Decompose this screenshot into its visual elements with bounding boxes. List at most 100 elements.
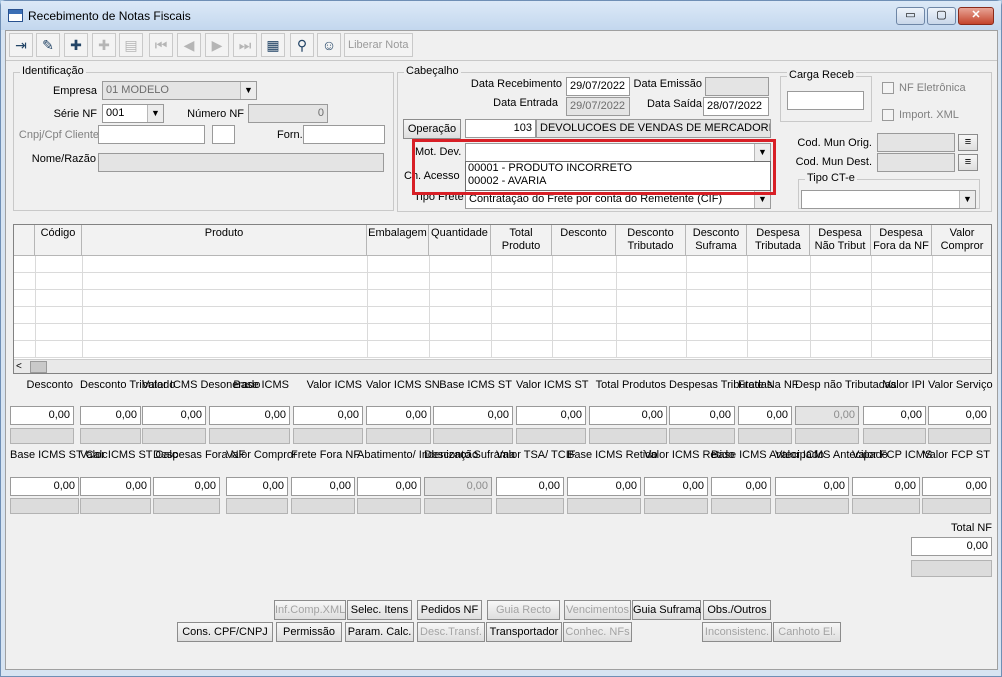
totals_row1-value-field[interactable]: 0,00 — [863, 406, 926, 425]
grid-header-produto[interactable]: Produto — [82, 225, 367, 256]
totals_row2-value-field[interactable]: 0,00 — [357, 477, 421, 496]
param-calc-button[interactable]: Param. Calc. — [345, 622, 414, 642]
empresa-select[interactable]: 01 MODELO ▼ — [102, 81, 257, 100]
serie-select[interactable]: 001 ▼ — [102, 104, 164, 123]
totals_row1-value-field[interactable]: 0,00 — [366, 406, 431, 425]
transportador-button[interactable]: Transportador — [486, 622, 562, 642]
totals_row1-value-field[interactable]: 0,00 — [928, 406, 991, 425]
totals_row1-value-field[interactable]: 0,00 — [10, 406, 74, 425]
totals_row2-value-field[interactable]: 0,00 — [711, 477, 771, 496]
table-row[interactable] — [14, 256, 991, 273]
totals_row2-value-field[interactable]: 0,00 — [291, 477, 355, 496]
totals_row2-bar — [922, 498, 991, 514]
identificacao-title: Identificação — [20, 65, 86, 77]
totals_row2-value-field[interactable]: 0,00 — [775, 477, 849, 496]
permissao-button[interactable]: Permissão — [276, 622, 342, 642]
totals_row1-value-field[interactable]: 0,00 — [738, 406, 792, 425]
totals_row1-value-field[interactable]: 0,00 — [433, 406, 513, 425]
totals_row1-value-field[interactable]: 0,00 — [142, 406, 206, 425]
totals_row1-value-field[interactable]: 0,00 — [293, 406, 363, 425]
totals_row2-value-field[interactable]: 0,00 — [922, 477, 991, 496]
scroll-left-icon[interactable]: < — [16, 361, 22, 372]
grid-header-total-produto[interactable]: Total Produto — [491, 225, 552, 256]
totals_row2-value-field[interactable]: 0,00 — [567, 477, 641, 496]
minimize-button[interactable]: ▭ — [896, 7, 925, 25]
totals_row1-value-field[interactable]: 0,00 — [589, 406, 667, 425]
grid-header-desconto[interactable]: Desconto — [552, 225, 616, 256]
exit-icon[interactable]: ⇥ — [9, 33, 33, 57]
totals_row2-value-field[interactable]: 0,00 — [852, 477, 920, 496]
table-row[interactable] — [14, 324, 991, 341]
cnpj-digit-field[interactable] — [212, 125, 235, 144]
cod-mun-orig-field[interactable] — [877, 133, 955, 152]
totals_row2-value-field[interactable]: 0,00 — [496, 477, 564, 496]
total-nf-field[interactable]: 0,00 — [911, 537, 992, 556]
cod-mun-dest-lookup-icon[interactable]: ≡ — [958, 154, 978, 171]
table-row[interactable] — [14, 273, 991, 290]
maximize-button[interactable]: ▢ — [927, 7, 956, 25]
obs-outros-button[interactable]: Obs./Outros — [703, 600, 771, 620]
grid-header-desconto-tributado[interactable]: Desconto Tributado — [616, 225, 686, 256]
selec-itens-button[interactable]: Selec. Itens — [347, 600, 412, 620]
guia-suframa-button[interactable]: Guia Suframa — [632, 600, 701, 620]
totals_row2-value-field[interactable]: 0,00 — [424, 477, 492, 496]
grid-header-despesa-nao-tribut[interactable]: Despesa Não Tribut — [810, 225, 871, 256]
desc-transf-button[interactable]: Desc.Transf. — [417, 622, 485, 642]
conhec-nfs-button[interactable]: Conhec. NFs — [563, 622, 632, 642]
inconsistenc-button[interactable]: Inconsistenc. — [702, 622, 772, 642]
cons-cpf-cnpj-button[interactable]: Cons. CPF/CNPJ — [177, 622, 273, 642]
numero-field[interactable]: 0 — [248, 104, 328, 123]
totals_row1-value-field[interactable]: 0,00 — [209, 406, 290, 425]
cod-mun-dest-field[interactable] — [877, 153, 955, 172]
grid-view-icon[interactable]: ▦ — [261, 33, 285, 57]
grid-header-codigo[interactable]: Código — [35, 225, 82, 256]
totals_row2-value-field[interactable]: 0,00 — [153, 477, 220, 496]
totals_row1-value-field[interactable]: 0,00 — [80, 406, 141, 425]
close-button[interactable]: ✕ — [958, 7, 994, 25]
user-query-icon[interactable]: ☺ — [317, 33, 341, 57]
canhoto-el-button[interactable]: Canhoto El. — [773, 622, 841, 642]
pedidos-nf-button[interactable]: Pedidos NF — [417, 600, 482, 620]
operacao-code-field[interactable]: 103 — [465, 119, 536, 138]
scrollbar-thumb[interactable] — [30, 361, 47, 373]
nome-field[interactable] — [98, 153, 384, 172]
operacao-button[interactable]: Operação — [403, 119, 461, 139]
grid-header-despesa-tributada[interactable]: Despesa Tributada — [747, 225, 810, 256]
totals_row2-value-field[interactable]: 0,00 — [10, 477, 79, 496]
inf-comp-xml-button[interactable]: Inf.Comp.XML — [274, 600, 346, 620]
import-xml-checkbox[interactable] — [882, 109, 894, 121]
totals_row1-value-field[interactable]: 0,00 — [516, 406, 586, 425]
horizontal-scrollbar[interactable]: < — [14, 359, 991, 373]
totals_row2-value-field[interactable]: 0,00 — [644, 477, 708, 496]
data-recebimento-field[interactable]: 29/07/2022 — [566, 77, 630, 96]
title-bar[interactable]: Recebimento de Notas Fiscais ▭ ▢ ✕ — [1, 1, 1001, 30]
grid-header-quantidade[interactable]: Quantidade — [429, 225, 491, 256]
grid-header-valor-compror[interactable]: Valor Compror — [932, 225, 991, 256]
totals_row1-value-field[interactable]: 0,00 — [669, 406, 735, 425]
nf-eletronica-checkbox[interactable] — [882, 82, 894, 94]
grid-header-desconto-suframa[interactable]: Desconto Suframa — [686, 225, 747, 256]
table-row[interactable] — [14, 307, 991, 324]
data-saida-field[interactable]: 28/07/2022 — [703, 97, 769, 116]
totals_row2-value-field[interactable]: 0,00 — [80, 477, 151, 496]
data-entrada-field[interactable]: 29/07/2022 — [566, 97, 630, 116]
totals_row1-value-field[interactable]: 0,00 — [795, 406, 859, 425]
data-emissao-field[interactable] — [705, 77, 769, 96]
eraser-icon[interactable]: ✎ — [36, 33, 60, 57]
grid-header-despesa-fora-nf[interactable]: Despesa Fora da NF — [871, 225, 932, 256]
add-record-icon[interactable]: ✚ — [64, 33, 88, 57]
forn-field[interactable] — [303, 125, 385, 144]
grid-header-embalagem[interactable]: Embalagem — [367, 225, 429, 256]
tipo-cte-select[interactable]: ▼ — [801, 190, 976, 209]
cod-mun-orig-lookup-icon[interactable]: ≡ — [958, 134, 978, 151]
vencimentos-button[interactable]: Vencimentos — [564, 600, 631, 620]
binoculars-search-icon[interactable]: ⚲ — [290, 33, 314, 57]
table-row[interactable] — [14, 341, 991, 358]
carga-receb-field[interactable] — [787, 91, 864, 110]
table-row[interactable] — [14, 290, 991, 307]
cnpj-field[interactable] — [98, 125, 205, 144]
totals_row2-label: Valor TSA/ TCIF — [496, 449, 576, 461]
items-grid[interactable]: Código Produto Embalagem Quantidade Tota… — [13, 224, 992, 374]
totals_row2-value-field[interactable]: 0,00 — [226, 477, 288, 496]
guia-recto-button[interactable]: Guia Recto — [487, 600, 560, 620]
